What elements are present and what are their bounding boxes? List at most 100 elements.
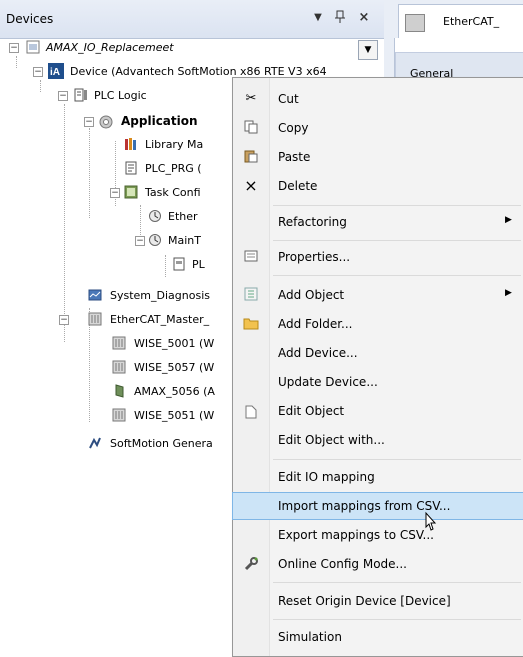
- properties-icon: [243, 249, 259, 265]
- tree-item-wise-5051[interactable]: WISE_5051 (W: [0, 406, 240, 426]
- tree-item-label: AMAX_IO_Replacemeet: [46, 41, 174, 54]
- wrench-icon: [243, 556, 259, 572]
- amax-module-icon: [112, 384, 126, 398]
- tree-item-wise-5001[interactable]: WISE_5001 (W: [0, 334, 240, 354]
- collapse-toggle[interactable]: −: [58, 91, 68, 101]
- tree-item-project[interactable]: − AMAX_IO_Replacemeet: [0, 38, 360, 58]
- menu-item-label: Refactoring: [278, 215, 347, 229]
- tree-item-main-task[interactable]: − MainT: [0, 231, 240, 251]
- task-config-icon: [124, 185, 138, 199]
- tree-item-system-diagnosis[interactable]: System_Diagnosis: [0, 286, 240, 306]
- tree-item-plc-call[interactable]: PL: [0, 255, 240, 275]
- tree-item-ethercat-master[interactable]: − EtherCAT_Master_: [0, 310, 240, 330]
- menu-item-copy[interactable]: Copy: [233, 115, 523, 141]
- menu-item-label: Edit IO mapping: [278, 470, 375, 484]
- panel-menu-dropdown-button[interactable]: ▼: [310, 10, 326, 26]
- paste-icon: [243, 149, 259, 165]
- tree-item-label: WISE_5057 (W: [134, 361, 215, 374]
- menu-item-label: Online Config Mode...: [278, 557, 407, 571]
- mouse-pointer-icon: [420, 511, 442, 537]
- collapse-toggle[interactable]: −: [84, 117, 94, 127]
- menu-item-label: Reset Origin Device [Device]: [278, 594, 451, 608]
- tree-item-label: Ether: [168, 210, 198, 223]
- devices-panel-title: Devices: [6, 12, 54, 26]
- menu-item-label: Add Device...: [278, 346, 358, 360]
- menu-item-edit-object-with[interactable]: Edit Object with...: [233, 427, 523, 453]
- io-module-icon: [112, 360, 126, 374]
- tree-item-label: Library Ma: [145, 138, 204, 151]
- menu-item-label: Export mappings to CSV...: [278, 528, 434, 542]
- menu-item-add-device[interactable]: Add Device...: [233, 340, 523, 366]
- tree-item-ethercat-task[interactable]: Ether: [0, 207, 240, 227]
- menu-item-label: Add Object: [278, 288, 345, 302]
- menu-item-edit-object[interactable]: Edit Object: [233, 398, 523, 424]
- plc-logic-icon: [74, 88, 88, 102]
- tree-item-plc-prg[interactable]: PLC_PRG (: [0, 159, 240, 179]
- menu-item-properties[interactable]: Properties...: [233, 244, 523, 270]
- collapse-toggle[interactable]: −: [110, 188, 120, 198]
- program-call-icon: [172, 257, 186, 271]
- tree-item-label: WISE_5051 (W: [134, 409, 215, 422]
- edit-object-icon: [243, 403, 259, 419]
- menu-item-online-config[interactable]: Online Config Mode...: [233, 551, 523, 577]
- tree-item-amax-5056[interactable]: AMAX_5056 (A: [0, 382, 240, 402]
- menu-item-simulation[interactable]: Simulation: [233, 624, 523, 650]
- ethercat-master-icon: [88, 312, 102, 326]
- task-icon: [148, 209, 162, 223]
- scissors-icon: ✂: [245, 91, 257, 106]
- tree-view-combo-button[interactable]: ▼: [358, 40, 378, 60]
- menu-item-label: Simulation: [278, 630, 342, 644]
- collapse-toggle[interactable]: −: [135, 236, 145, 246]
- menu-item-label: Copy: [278, 121, 309, 135]
- menu-item-label: Edit Object with...: [278, 433, 385, 447]
- menu-separator: [273, 205, 521, 206]
- menu-item-import-mappings[interactable]: Import mappings from CSV...: [232, 492, 523, 520]
- menu-item-export-mappings[interactable]: Export mappings to CSV...: [233, 522, 523, 548]
- pin-icon[interactable]: [332, 10, 348, 26]
- tree-item-label: Task Confi: [145, 186, 201, 199]
- editor-tab-ethercat[interactable]: EtherCAT_: [398, 4, 523, 39]
- menu-item-update-device[interactable]: Update Device...: [233, 369, 523, 395]
- library-icon: [124, 137, 138, 151]
- menu-item-cut[interactable]: ✂ Cut: [233, 86, 523, 112]
- menu-item-delete[interactable]: × Delete: [233, 173, 523, 199]
- pou-icon: [124, 161, 138, 175]
- menu-item-label: Cut: [278, 92, 299, 106]
- menu-item-refactoring[interactable]: Refactoring ▶: [233, 209, 523, 235]
- menu-item-label: Add Folder...: [278, 317, 353, 331]
- tree-item-label: PL: [192, 258, 205, 271]
- tree-item-label: System_Diagnosis: [110, 289, 210, 302]
- tree-item-softmotion[interactable]: SoftMotion Genera: [0, 434, 240, 454]
- menu-item-add-object[interactable]: Add Object ▶: [233, 282, 523, 308]
- submenu-arrow-icon: ▶: [505, 288, 512, 298]
- tree-item-label: PLC_PRG (: [145, 162, 202, 175]
- menu-item-paste[interactable]: Paste: [233, 144, 523, 170]
- tree-item-library-manager[interactable]: Library Ma: [0, 135, 240, 155]
- collapse-toggle[interactable]: −: [9, 43, 19, 53]
- tree-item-plc-logic[interactable]: − PLC Logic: [0, 86, 240, 106]
- tree-item-label: WISE_5001 (W: [134, 337, 215, 350]
- task-icon: [148, 233, 162, 247]
- menu-separator: [273, 619, 521, 620]
- menu-separator: [273, 582, 521, 583]
- tree-item-application[interactable]: − Application: [0, 112, 240, 132]
- add-object-icon: [243, 287, 259, 303]
- context-menu: ✂ Cut Copy Paste × Delete Refactoring ▶ …: [232, 77, 523, 657]
- collapse-toggle[interactable]: −: [59, 315, 69, 325]
- menu-item-label: Update Device...: [278, 375, 378, 389]
- ethercat-tab-icon: [405, 14, 425, 32]
- tree-item-label: EtherCAT_Master_: [110, 313, 210, 326]
- menu-item-edit-io-mapping[interactable]: Edit IO mapping: [233, 464, 523, 490]
- tree-item-label: MainT: [168, 234, 201, 247]
- folder-icon: [243, 316, 259, 332]
- tree-item-task-configuration[interactable]: − Task Confi: [0, 183, 240, 203]
- devices-panel-header: Devices ▼ ×: [0, 0, 384, 39]
- tree-item-wise-5057[interactable]: WISE_5057 (W: [0, 358, 240, 378]
- menu-item-add-folder[interactable]: Add Folder...: [233, 311, 523, 337]
- collapse-toggle[interactable]: −: [33, 67, 43, 77]
- close-panel-button[interactable]: ×: [356, 10, 372, 26]
- diagnosis-icon: [88, 288, 102, 302]
- delete-icon: ×: [244, 176, 258, 195]
- softmotion-icon: [88, 436, 102, 450]
- menu-item-reset-origin[interactable]: Reset Origin Device [Device]: [233, 588, 523, 614]
